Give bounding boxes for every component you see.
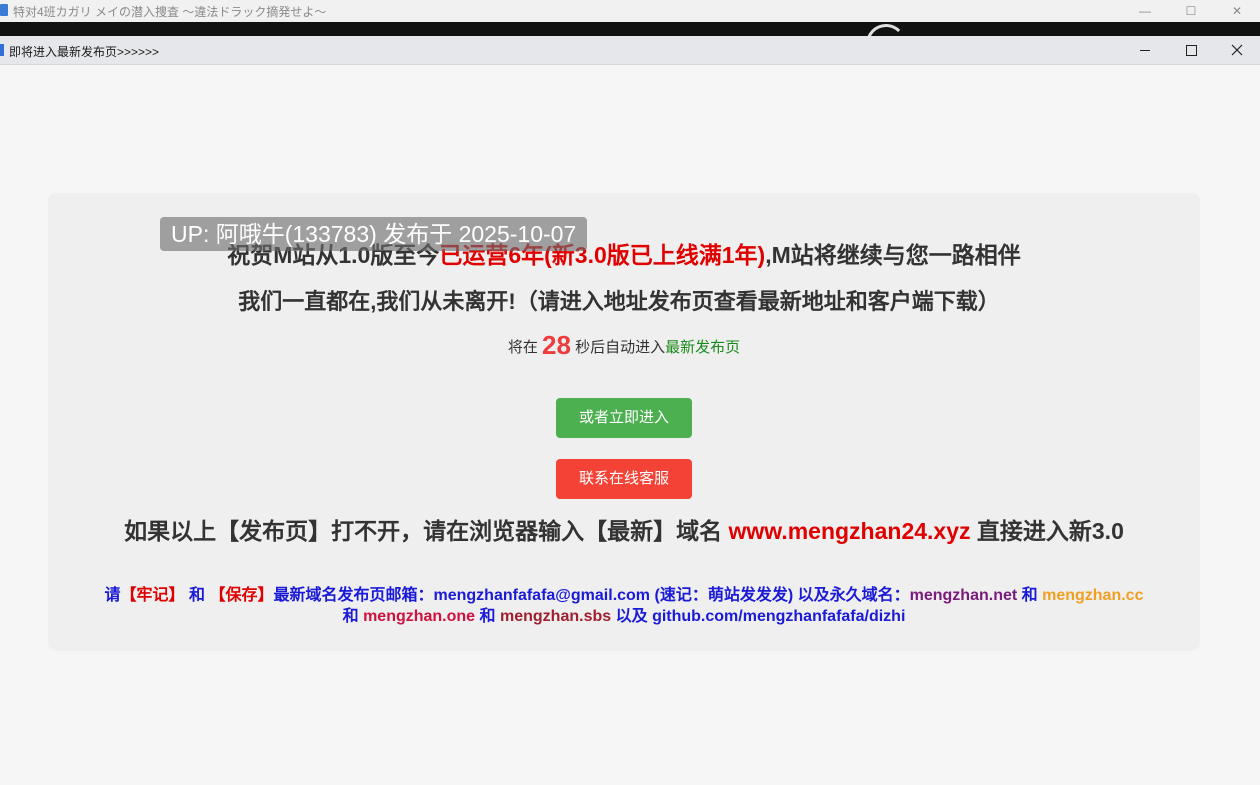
note-and: 和 [342, 608, 359, 625]
fallback-suffix: 直接进入新3.0 [976, 518, 1124, 544]
countdown-prefix: 将在 [507, 339, 538, 356]
note-and: 和 [1021, 587, 1038, 604]
note-permanent-label: 以及永久域名： [797, 587, 910, 604]
background-window-title: 特对4班カガリ メイの潜入捜査 ～違法ドラック摘発せよ～ [13, 5, 327, 19]
countdown-line: 将在 28 秒后自动进入最新发布页 [0, 330, 1248, 361]
fallback-domain: www.mengzhan24.xyz [728, 518, 971, 544]
loading-ring-icon [866, 24, 906, 36]
still-here-heading: 我们一直都在,我们从未离开!（请进入地址发布页查看最新地址和客户端下载） [238, 289, 1000, 314]
app-icon [0, 44, 4, 56]
upload-badge: UP: 阿哦牛(133783) 发布于 2025-10-07 [160, 217, 588, 251]
close-icon[interactable]: ✕ [1214, 0, 1260, 22]
minimize-icon [1140, 49, 1150, 51]
window-title: 即将进入最新发布页>>>>>> [9, 45, 160, 59]
note-please: 请 [104, 587, 121, 604]
note-and: 和 [189, 587, 206, 604]
anniversary-suffix: ,M站将继续与您一路相伴 [765, 242, 1021, 268]
note-also: 以及 [615, 608, 648, 625]
note-and: 和 [479, 608, 496, 625]
countdown-middle: 秒后自动进入 [575, 339, 666, 356]
window-controls [1122, 36, 1260, 64]
background-window: 特对4班カガリ メイの潜入捜査 ～違法ドラック摘発せよ～ — ☐ ✕ [0, 0, 1260, 36]
background-window-controls: — ☐ ✕ [1122, 0, 1260, 22]
maximize-button[interactable] [1168, 36, 1214, 64]
note-remember: 【牢记】 [120, 587, 185, 604]
note-email: mengzhanfafafa@gmail.com [433, 587, 651, 604]
countdown-seconds: 28 [542, 330, 571, 360]
window-titlebar: 即将进入最新发布页>>>>>> [0, 36, 1260, 65]
note-domain-cc: mengzhan.cc [1042, 587, 1144, 604]
note-mnemonic: (速记：萌站发发发) [654, 587, 794, 604]
note-github: github.com/mengzhanfafafa/dizhi [652, 608, 906, 625]
maximize-icon [1185, 44, 1197, 56]
domain-note: 请【牢记】 和 【保存】最新域名发布页邮箱：mengzhanfafafa@gma… [100, 585, 1148, 627]
fallback-prefix: 如果以上【发布页】打不开，请在浏览器输入【最新】域名 [124, 518, 723, 544]
latest-release-link[interactable]: 最新发布页 [665, 339, 740, 356]
maximize-icon[interactable]: ☐ [1168, 0, 1214, 22]
minimize-icon[interactable]: — [1122, 0, 1168, 22]
background-window-titlebar: 特对4班カガリ メイの潜入捜査 ～違法ドラック摘発せよ～ — ☐ ✕ [0, 0, 1260, 22]
note-domain-one: mengzhan.one [363, 608, 476, 625]
note-domain-net: mengzhan.net [909, 587, 1018, 604]
minimize-button[interactable] [1122, 36, 1168, 64]
online-support-button[interactable]: 联系在线客服 [556, 459, 692, 499]
close-icon [1231, 44, 1243, 56]
app-icon [0, 4, 8, 16]
close-button[interactable] [1214, 36, 1260, 64]
enter-now-button[interactable]: 或者立即进入 [556, 398, 692, 438]
note-save: 【保存】 [209, 587, 274, 604]
background-video-strip [0, 22, 1260, 36]
note-email-label: 最新域名发布页邮箱： [273, 587, 434, 604]
note-domain-sbs: mengzhan.sbs [500, 608, 612, 625]
fallback-instructions: 如果以上【发布页】打不开，请在浏览器输入【最新】域名 www.mengzhan2… [100, 517, 1148, 546]
